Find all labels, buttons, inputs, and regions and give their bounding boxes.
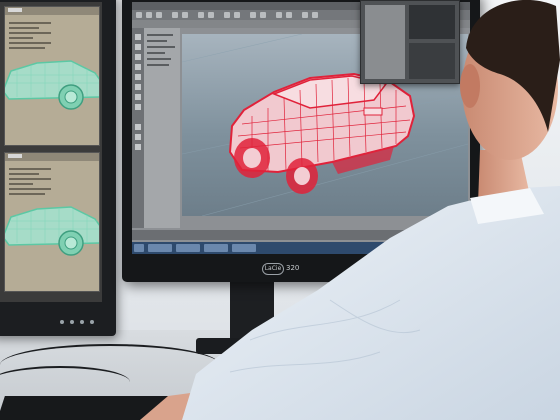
photo-scene: LaCie 320	[0, 0, 560, 420]
person-at-desk	[140, 0, 560, 420]
